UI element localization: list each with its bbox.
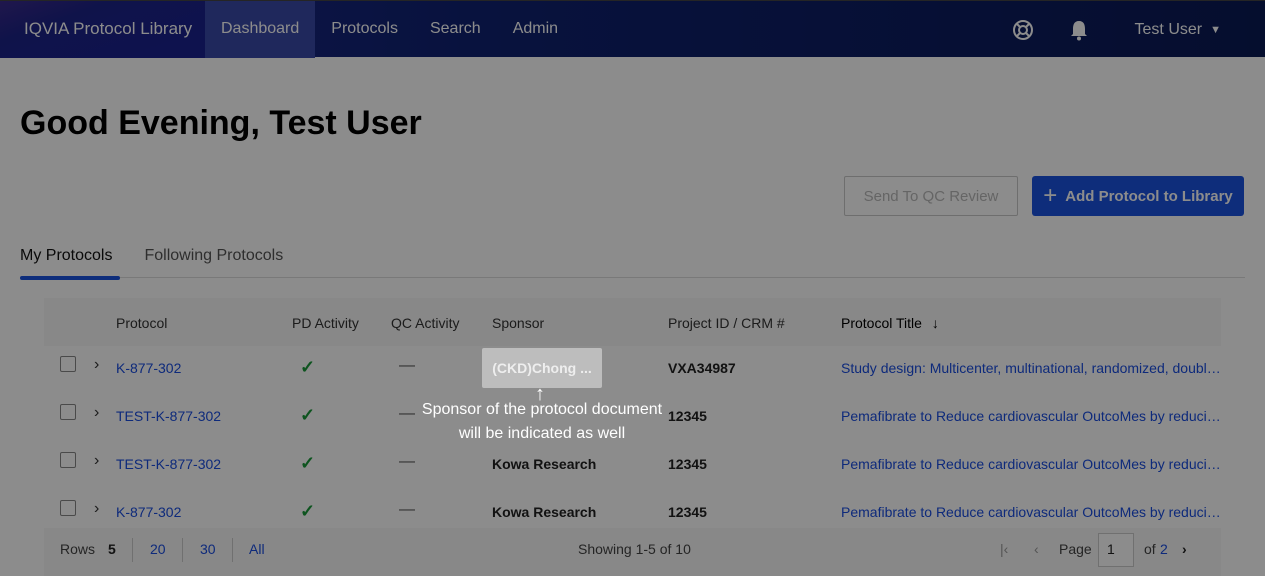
highlighted-sponsor-chip: (CKD)Chong ... (482, 348, 602, 388)
tour-tooltip-text: Sponsor of the protocol document will be… (421, 401, 663, 442)
tour-overlay[interactable] (0, 0, 1265, 576)
